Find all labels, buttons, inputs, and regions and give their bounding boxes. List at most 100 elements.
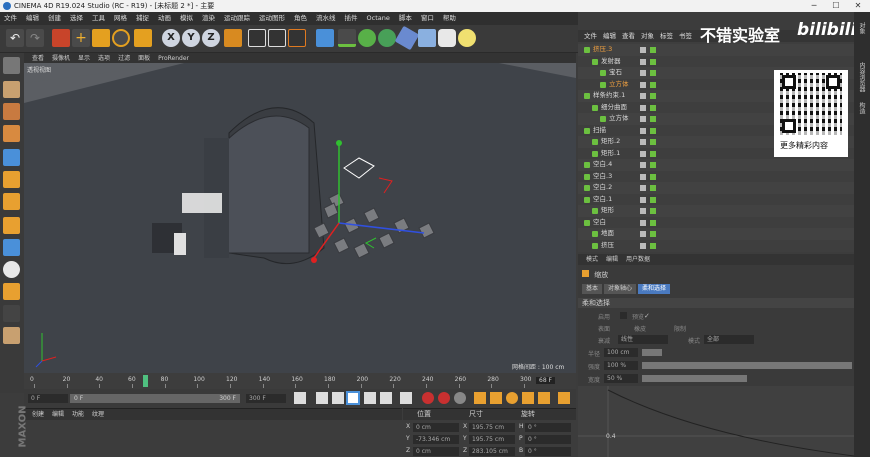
material-menu-item[interactable]: 编辑 [52, 411, 64, 418]
attr-menu-item[interactable]: 编辑 [606, 256, 618, 263]
mode-select[interactable]: 全部 [704, 335, 754, 344]
make-editable-icon[interactable] [3, 57, 20, 74]
render-settings-icon[interactable] [288, 29, 306, 47]
next-frame-icon[interactable] [364, 392, 376, 404]
radius-field[interactable]: 100 cm [604, 348, 638, 357]
falloff-graph[interactable]: 0.4 [578, 386, 854, 457]
menu-item[interactable]: 帮助 [443, 14, 456, 22]
attr-tab[interactable]: 基本 [582, 284, 603, 294]
object-name[interactable]: 空白.1 [593, 194, 612, 206]
rotation-field[interactable]: 0 ° [525, 435, 571, 444]
viewport-menu-item[interactable]: 摄像机 [52, 55, 70, 62]
strength-slider[interactable] [642, 362, 852, 369]
enable-check-icon[interactable] [650, 208, 656, 214]
start-frame-field[interactable]: 0 F [28, 394, 68, 403]
menu-item[interactable]: Octane [367, 14, 390, 22]
object-name[interactable]: 矩形 [601, 205, 614, 217]
object-row[interactable]: 空白 [578, 216, 854, 228]
rotate-tool-icon[interactable] [112, 29, 130, 47]
object-row[interactable]: 矩形 [578, 205, 854, 217]
viewport-menu-item[interactable]: 查看 [32, 55, 44, 62]
goto-end-icon[interactable] [400, 392, 412, 404]
scale-key-icon[interactable] [490, 392, 502, 404]
menu-item[interactable]: 模拟 [180, 14, 193, 22]
menu-item[interactable]: 网格 [114, 14, 127, 22]
lock-workplane-icon[interactable] [3, 283, 20, 300]
cube-icon[interactable] [316, 29, 334, 47]
floor-icon[interactable] [418, 29, 436, 47]
visibility-dots-icon[interactable] [640, 104, 646, 111]
visibility-dots-icon[interactable] [640, 58, 646, 65]
viewport-menu-item[interactable]: ProRender [158, 55, 189, 62]
enable-check-icon[interactable] [650, 116, 656, 122]
object-menu-item[interactable]: 编辑 [603, 32, 616, 40]
object-menu-item[interactable]: 查看 [622, 32, 635, 40]
object-name[interactable]: 挤压 [601, 240, 614, 252]
polygons-mode-icon[interactable] [3, 193, 20, 210]
object-name[interactable]: 细分曲面 [601, 102, 627, 114]
visibility-dots-icon[interactable] [640, 81, 646, 88]
points-mode-icon[interactable] [3, 149, 20, 166]
redo-icon[interactable]: ↷ [26, 29, 44, 47]
object-row[interactable]: 空白.1 [578, 193, 854, 206]
object-name[interactable]: 挤压.3 [593, 44, 612, 56]
enable-check-icon[interactable] [650, 93, 656, 99]
object-name[interactable]: 空白.4 [593, 159, 612, 171]
enable-check-icon[interactable] [650, 104, 656, 111]
visibility-dots-icon[interactable] [640, 208, 646, 214]
right-tab[interactable]: 构造 [857, 102, 866, 114]
object-name[interactable]: 立方体 [609, 113, 629, 125]
object-row[interactable]: 地面 [578, 228, 854, 240]
size-field[interactable]: 283.105 cm [469, 447, 515, 456]
object-row[interactable]: 发射器 [578, 55, 854, 67]
enable-check-icon[interactable] [650, 231, 656, 237]
object-menu-item[interactable]: 文件 [584, 32, 597, 40]
prev-frame-icon[interactable] [332, 392, 344, 404]
width-slider[interactable] [642, 375, 747, 382]
object-menu-item[interactable]: 书签 [679, 32, 692, 40]
edges-mode-icon[interactable] [3, 171, 20, 188]
axis-mode-icon[interactable] [3, 217, 20, 234]
pen-icon[interactable] [338, 29, 356, 47]
visibility-dots-icon[interactable] [640, 242, 646, 249]
coordinate-system-icon[interactable] [224, 29, 242, 47]
visibility-dots-icon[interactable] [640, 219, 646, 226]
material-menu-item[interactable]: 创建 [32, 411, 44, 418]
perspective-viewport[interactable]: 透视视图 网格间距 : 100 cm [24, 63, 576, 373]
timeline-window-icon[interactable] [558, 392, 570, 404]
enable-check-icon[interactable] [650, 70, 656, 76]
menu-item[interactable]: 选择 [70, 14, 83, 22]
visibility-dots-icon[interactable] [640, 196, 646, 203]
enable-check-icon[interactable] [650, 139, 656, 145]
menu-item[interactable]: 角色 [294, 14, 307, 22]
attr-tab[interactable]: 对象轴心 [604, 284, 637, 294]
timeline-ruler[interactable]: 0 20 40 60 80 100 120 140 160 180 200 220 240 260 280 3… [24, 373, 576, 389]
material-menu-item[interactable]: 纹理 [92, 411, 104, 418]
enable-check-icon[interactable] [650, 127, 656, 134]
right-tab[interactable]: 内容浏览器 [857, 62, 866, 92]
object-name[interactable]: 矩形.2 [601, 136, 620, 148]
attr-menu-item[interactable]: 用户数据 [626, 256, 650, 263]
select-tool-icon[interactable] [52, 29, 70, 47]
model-mode-icon[interactable] [3, 81, 20, 98]
size-field[interactable]: 195.75 cm [469, 423, 515, 432]
menu-item[interactable]: 插件 [345, 14, 358, 22]
visibility-dots-icon[interactable] [640, 231, 646, 237]
object-menu-item[interactable]: 标签 [660, 32, 673, 40]
viewport-menu-item[interactable]: 过滤 [118, 55, 130, 62]
visibility-dots-icon[interactable] [640, 150, 646, 157]
visibility-dots-icon[interactable] [640, 116, 646, 122]
deformer-icon[interactable] [394, 25, 420, 51]
attr-tab[interactable]: 柔和选择 [638, 284, 671, 294]
preview-check-icon[interactable]: ✓ [644, 312, 650, 320]
keyframe-selection-icon[interactable] [454, 392, 466, 404]
menu-item[interactable]: 运动跟踪 [224, 14, 250, 22]
timeline-playhead[interactable] [143, 375, 149, 387]
object-name[interactable]: 立方体 [609, 79, 629, 91]
object-name[interactable]: 扫描 [593, 125, 606, 137]
visibility-dots-icon[interactable] [640, 47, 646, 53]
material-menu-item[interactable]: 功能 [72, 411, 84, 418]
rotation-key-icon[interactable] [506, 392, 518, 404]
position-field[interactable]: 0 cm [413, 447, 459, 456]
attr-menu-item[interactable]: 模式 [586, 256, 598, 263]
